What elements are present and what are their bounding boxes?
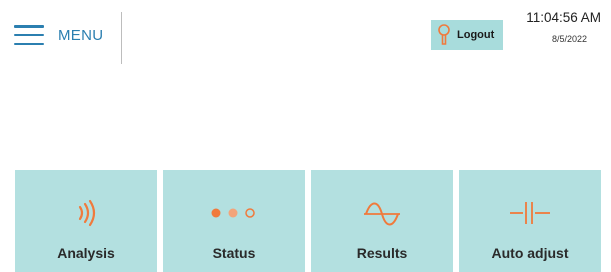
status-tile[interactable]: Status bbox=[163, 170, 305, 272]
results-tile[interactable]: Results bbox=[311, 170, 453, 272]
sine-wave-icon bbox=[364, 202, 400, 226]
menu-label: MENU bbox=[58, 26, 104, 44]
clock-time: 11:04:56 AM bbox=[526, 10, 601, 25]
analysis-label: Analysis bbox=[57, 245, 115, 261]
capacitor-icon bbox=[510, 202, 550, 224]
key-icon bbox=[438, 24, 450, 45]
menu-button[interactable]: MENU bbox=[14, 22, 103, 48]
header-divider bbox=[121, 12, 122, 64]
analysis-tile[interactable]: Analysis bbox=[15, 170, 157, 272]
clock-date: 8/5/2022 bbox=[551, 34, 587, 44]
hamburger-icon bbox=[14, 25, 44, 45]
sound-waves-icon bbox=[78, 199, 96, 227]
tile-grid: Analysis Status Results Auto adjust bbox=[15, 170, 601, 272]
auto-adjust-label: Auto adjust bbox=[491, 245, 569, 261]
logout-label: Logout bbox=[457, 29, 495, 41]
clock: 11:04:56 AM 8/5/2022 bbox=[526, 10, 601, 44]
logout-button[interactable]: Logout bbox=[431, 20, 503, 50]
results-label: Results bbox=[356, 245, 408, 261]
status-label: Status bbox=[212, 245, 256, 261]
auto-adjust-tile[interactable]: Auto adjust bbox=[459, 170, 601, 272]
dots-status-icon bbox=[211, 208, 255, 218]
